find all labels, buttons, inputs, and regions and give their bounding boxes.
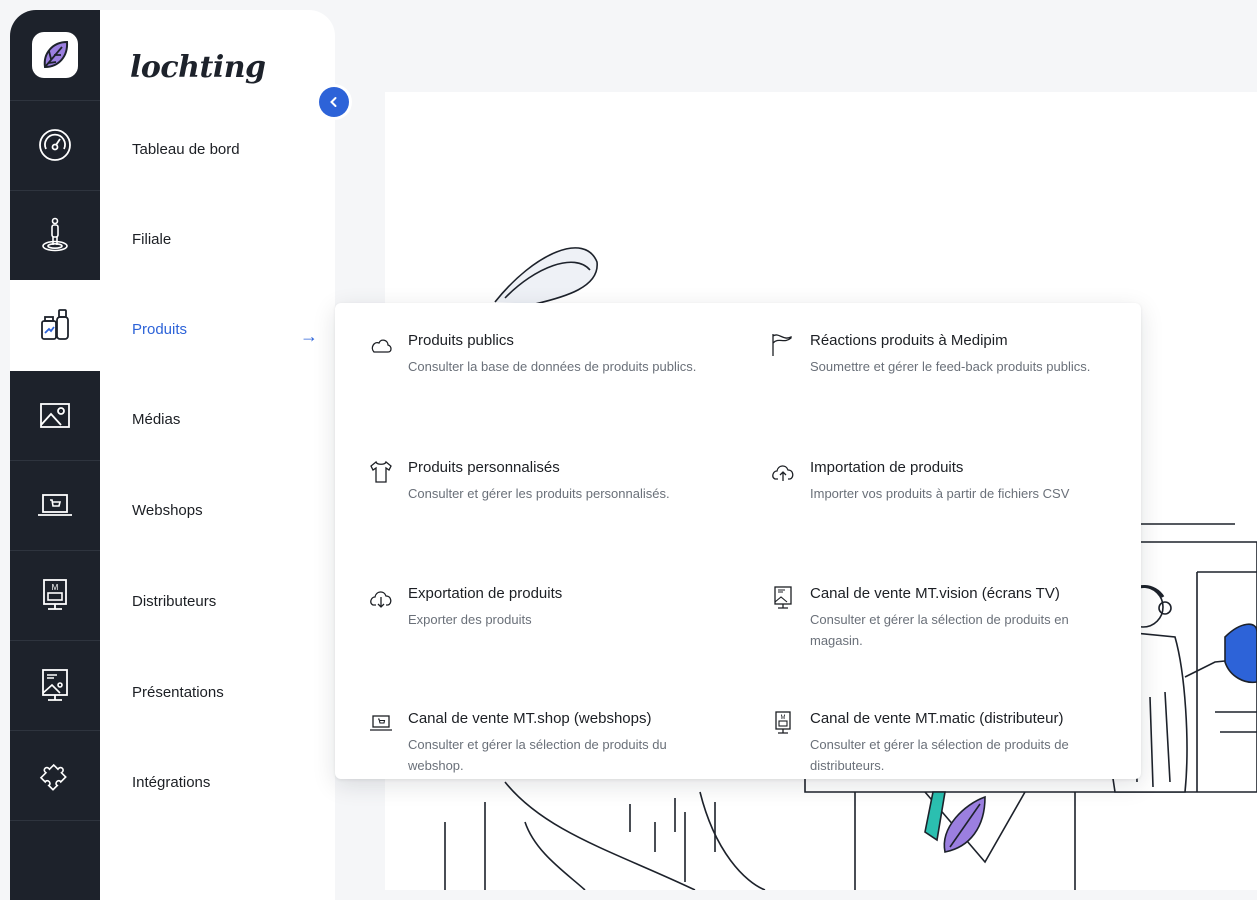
- menu-item-desc: Exporter des produits: [408, 612, 532, 627]
- rail-item-integrations[interactable]: [10, 730, 100, 821]
- rail-item-distributors[interactable]: M: [10, 550, 100, 641]
- rail-item-webshops[interactable]: [10, 460, 100, 551]
- menu-item-title: Réactions produits à Medipim: [810, 332, 1008, 349]
- chevron-left-icon: [330, 97, 337, 107]
- rail-logo[interactable]: [10, 10, 100, 101]
- cloud-download-icon: [370, 591, 392, 608]
- rail-item-presentations[interactable]: [10, 640, 100, 731]
- gauge-icon: [39, 129, 71, 161]
- menu-item-title: Canal de vente MT.matic (distributeur): [810, 710, 1064, 727]
- leaf-logo-icon: [32, 32, 78, 78]
- svg-text:M: M: [781, 715, 786, 721]
- nav-item-integrations[interactable]: Intégrations: [132, 774, 210, 791]
- cloud-icon: [371, 339, 392, 353]
- nav-item-products[interactable]: Produits: [132, 321, 187, 338]
- vending-machine-icon: M: [775, 711, 791, 734]
- menu-item-desc: Soumettre et gérer le feed-back produits…: [810, 359, 1091, 374]
- menu-item-title: Produits personnalisés: [408, 459, 560, 476]
- nav-panel: lochting Tableau de bord Filiale Produit…: [100, 10, 335, 900]
- product-bottles-icon: [41, 309, 69, 340]
- icon-rail: M: [10, 10, 100, 900]
- menu-item-desc: Consulter et gérer la sélection de produ…: [810, 737, 1069, 773]
- menu-item-desc: Consulter et gérer les produits personna…: [408, 486, 670, 501]
- flag-icon: [772, 334, 792, 356]
- screen-stand-icon: [774, 586, 792, 609]
- rail-item-products[interactable]: [10, 280, 100, 371]
- collapse-sidebar-button[interactable]: [319, 87, 349, 117]
- svg-text:M: M: [52, 583, 59, 592]
- menu-item-title: Canal de vente MT.shop (webshops): [408, 710, 652, 727]
- nav-item-media[interactable]: Médias: [132, 411, 180, 428]
- menu-item-desc: Importer vos produits à partir de fichie…: [810, 486, 1070, 501]
- image-icon: [40, 403, 70, 428]
- laptop-cart-icon: [38, 494, 72, 516]
- nav-item-distributors[interactable]: Distributeurs: [132, 593, 216, 610]
- menu-item-title: Importation de produits: [810, 459, 964, 476]
- puzzle-icon: [39, 763, 67, 791]
- cloud-upload-icon: [772, 465, 794, 481]
- menu-item-title: Produits publics: [408, 332, 514, 349]
- brand-logo[interactable]: lochting: [130, 50, 266, 85]
- menu-item-desc: Consulter et gérer la sélection de produ…: [810, 612, 1069, 648]
- tshirt-icon: [370, 460, 392, 483]
- nav-item-dashboard[interactable]: Tableau de bord: [132, 141, 240, 158]
- rail-item-branch[interactable]: [10, 190, 100, 281]
- menu-item-title: Exportation de produits: [408, 585, 563, 602]
- presentation-board-icon: [42, 669, 68, 701]
- menu-item-title: Canal de vente MT.vision (écrans TV): [810, 585, 1060, 602]
- menu-item-desc: Consulter la base de données de produits…: [408, 359, 697, 374]
- laptop-cart-icon: [370, 715, 392, 731]
- menu-item-desc: Consulter et gérer la sélection de produ…: [408, 737, 667, 773]
- nav-item-branch[interactable]: Filiale: [132, 231, 171, 248]
- arrow-right-icon: →: [300, 326, 318, 346]
- vending-screen-icon: M: [43, 579, 67, 610]
- nav-item-presentations[interactable]: Présentations: [132, 684, 224, 701]
- rail-item-media[interactable]: [10, 370, 100, 461]
- location-person-icon: [42, 217, 68, 252]
- nav-item-webshops[interactable]: Webshops: [132, 502, 203, 519]
- rail-item-dashboard[interactable]: [10, 100, 100, 191]
- products-dropdown-menu: Produits publics Consulter la base de do…: [335, 303, 1141, 779]
